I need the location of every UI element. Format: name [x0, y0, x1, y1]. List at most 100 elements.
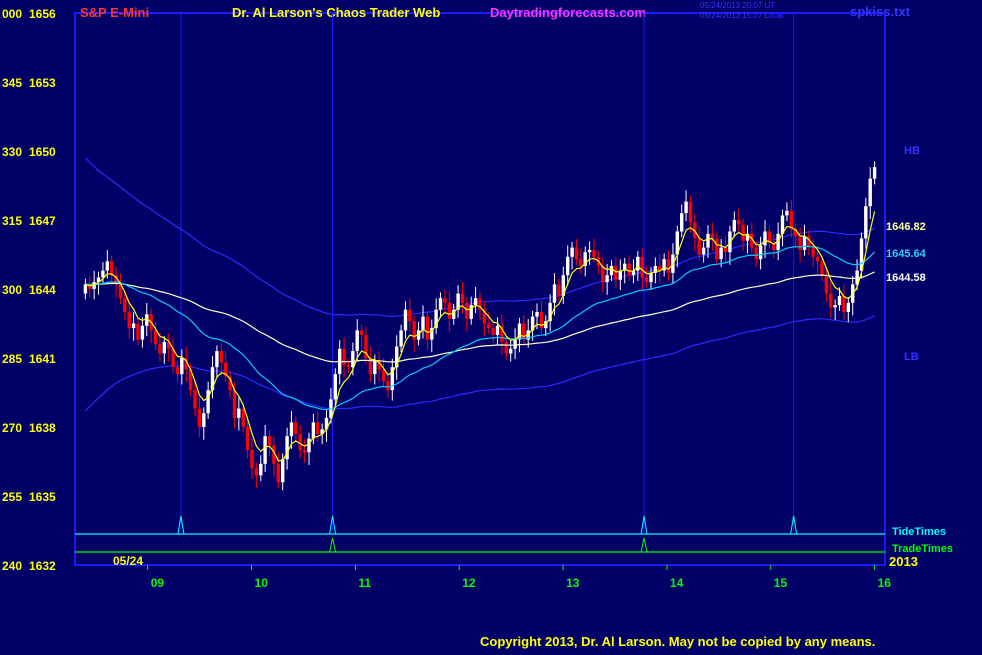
- candle-body-68: [381, 369, 386, 381]
- candle-body-12: [136, 323, 140, 340]
- candle-body-83: [447, 302, 451, 319]
- candle-body-5: [105, 261, 109, 271]
- candle-body-81: [438, 298, 443, 310]
- candle-body-149: [737, 220, 741, 225]
- y-tick-price-1635: 1635: [29, 490, 56, 504]
- candle-body-86: [460, 293, 465, 303]
- candle-body-87: [465, 302, 469, 319]
- candle-body-82: [443, 298, 447, 303]
- copyright-notice: Copyright 2013, Dr. Al Larson. May not b…: [480, 634, 875, 649]
- candle-body-167: [815, 256, 820, 262]
- candle-body-45: [281, 459, 285, 483]
- candle-body-103: [535, 312, 539, 317]
- y-tick-price-1656: 1656: [29, 7, 56, 21]
- candle-body-41: [263, 436, 267, 464]
- symbol-title: S&P E-Mini: [80, 5, 149, 20]
- candle-body-17: [158, 344, 162, 354]
- candle-body-142: [706, 233, 710, 248]
- candle-body-164: [802, 236, 807, 250]
- level-label-2: 1645.64: [886, 248, 927, 260]
- candle-body-129: [649, 272, 653, 283]
- y-tick-left-255: 255: [2, 490, 22, 504]
- candle-body-115: [587, 249, 592, 253]
- candle-body-145: [719, 247, 723, 260]
- candle-body-119: [605, 275, 609, 283]
- y-tick-left-240: 240: [2, 559, 22, 573]
- candle-body-92: [487, 323, 491, 329]
- year-label: 2013: [889, 554, 918, 569]
- candle-body-144: [715, 238, 719, 260]
- candle-body-42: [267, 436, 272, 446]
- x-tick-label-14: 14: [670, 576, 684, 590]
- candle-body-30: [215, 351, 219, 368]
- candle-body-143: [710, 233, 715, 239]
- candle-body-138: [688, 201, 693, 223]
- y-tick-price-1644: 1644: [29, 283, 56, 297]
- candle-body-35: [237, 408, 241, 418]
- candle-body-98: [513, 339, 517, 349]
- candle-body-100: [522, 323, 526, 340]
- candle-body-154: [758, 245, 763, 260]
- candle-body-94: [495, 325, 500, 335]
- candle-body-89: [473, 298, 478, 306]
- candle-body-168: [820, 261, 824, 276]
- candle-body-6: [110, 261, 114, 276]
- candle-body-74: [408, 309, 412, 322]
- candle-body-121: [614, 266, 618, 280]
- chart-svg: S&P E-Mini Dr. Al Larson's Chaos Trader …: [0, 0, 982, 650]
- candle-body-120: [609, 266, 614, 276]
- y-tick-left-285: 285: [2, 352, 22, 366]
- y-tick-price-1641: 1641: [29, 352, 56, 366]
- chart-title: Dr. Al Larson's Chaos Trader Web: [232, 5, 440, 20]
- candle-body-180: [872, 167, 877, 179]
- candle-body-37: [245, 427, 250, 450]
- y-tick-left-345: 345: [2, 76, 22, 90]
- candle-body-73: [403, 309, 408, 331]
- candle-body-0: [83, 284, 88, 294]
- level-label-3: 1644.58: [886, 272, 926, 284]
- y-tick-price-1638: 1638: [29, 421, 56, 435]
- candle-body-62: [355, 330, 359, 352]
- candle-body-96: [504, 341, 508, 354]
- candle-body-16: [153, 330, 158, 345]
- candle-body-49: [298, 433, 302, 450]
- candle-body-60: [346, 364, 351, 368]
- candle-body-178: [864, 206, 868, 239]
- candle-body-72: [399, 330, 403, 347]
- candle-body-63: [359, 330, 364, 335]
- level-label-1: 1646.82: [886, 221, 926, 233]
- candle-body-57: [333, 374, 337, 400]
- candle-body-174: [846, 302, 850, 312]
- data-file-name: spkiss.txt: [850, 4, 911, 19]
- lb-label: LB: [904, 351, 919, 363]
- y-tick-price-1632: 1632: [29, 559, 56, 573]
- site-link[interactable]: Daytradingforecasts.com: [490, 5, 646, 20]
- candle-body-173: [842, 295, 846, 312]
- candle-body-28: [206, 390, 210, 414]
- x-tick-label-16: 16: [878, 576, 892, 590]
- candle-body-160: [785, 210, 789, 216]
- y-tick-price-1650: 1650: [29, 145, 56, 159]
- x-tick-label-10: 10: [255, 576, 269, 590]
- candle-body-51: [307, 438, 311, 453]
- candle-body-13: [140, 325, 145, 340]
- timestamp-ut: 05/24/2013 20:07 UT: [700, 1, 775, 10]
- candle-body-107: [552, 284, 557, 303]
- candle-body-31: [219, 351, 223, 363]
- date-label: 05/24: [113, 554, 143, 568]
- candle-body-110: [566, 256, 570, 276]
- candle-body-26: [197, 408, 202, 427]
- candle-body-18: [162, 341, 166, 354]
- candle-body-34: [232, 390, 237, 418]
- candle-body-44: [276, 463, 280, 483]
- candle-body-52: [311, 422, 316, 439]
- candle-body-22: [180, 358, 184, 375]
- candle-body-171: [833, 305, 837, 308]
- candle-body-170: [829, 293, 833, 308]
- y-tick-left-270: 270: [2, 421, 22, 435]
- candle-body-116: [592, 249, 596, 257]
- candle-body-141: [701, 247, 706, 255]
- candle-body-124: [627, 263, 631, 276]
- y-tick-price-1653: 1653: [29, 76, 56, 90]
- candle-body-93: [491, 328, 495, 335]
